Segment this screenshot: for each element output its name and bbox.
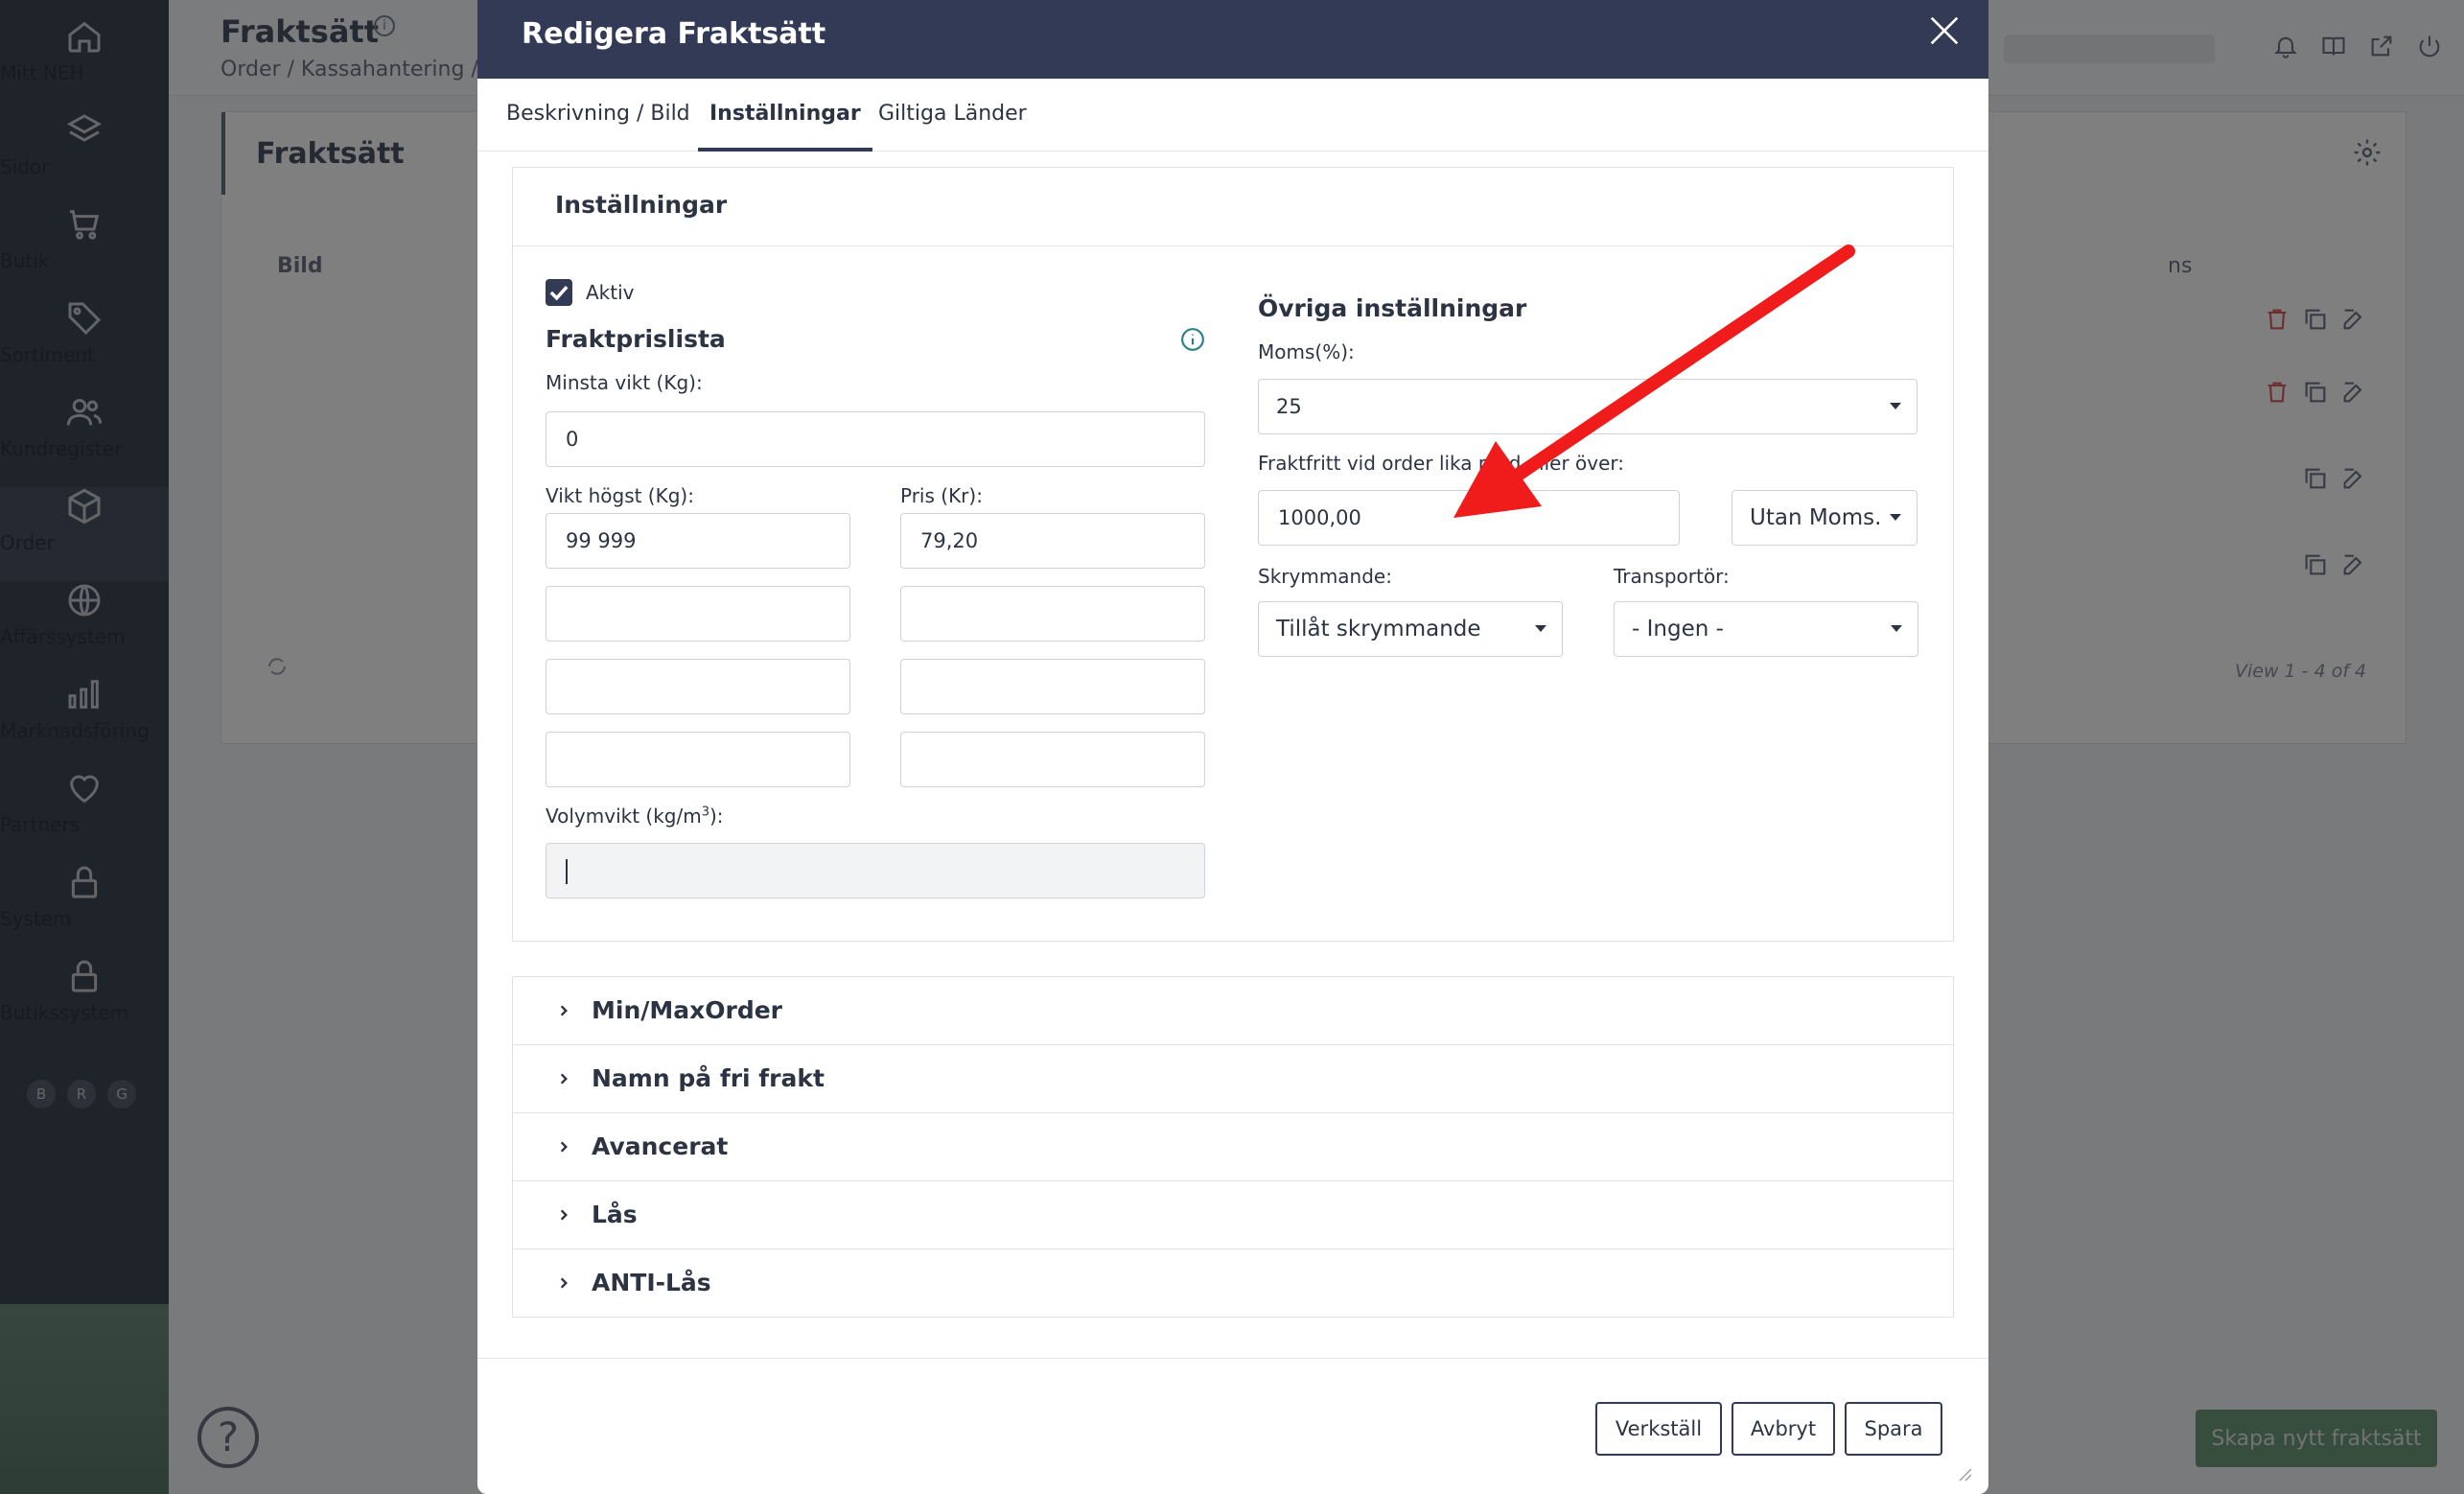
fraktfritt-input[interactable]: 1000,00 — [1258, 490, 1680, 546]
caret-down-icon — [1891, 625, 1902, 632]
accordion-label: ANTI-Lås — [592, 1269, 711, 1296]
modal-header: Redigera Fraktsätt — [477, 0, 1988, 79]
accordion-anti-las[interactable]: ANTI-Lås — [512, 1249, 1954, 1318]
tab-installningar[interactable]: Inställningar — [698, 102, 872, 152]
pris-input[interactable]: 79,20 — [900, 513, 1205, 569]
info-icon[interactable] — [1180, 327, 1205, 352]
check-icon — [549, 285, 569, 301]
fraktfritt-label: Fraktfritt vid order lika med eller över… — [1258, 452, 1625, 475]
chevron-right-icon — [560, 1073, 568, 1085]
vikt-hogst-input[interactable]: 99 999 — [546, 513, 850, 569]
pris-input[interactable] — [900, 586, 1205, 642]
caret-down-icon — [1890, 403, 1901, 409]
accordion-avancerat[interactable]: Avancerat — [512, 1112, 1954, 1181]
pris-label: Pris (Kr): — [900, 484, 983, 507]
modal-title: Redigera Fraktsätt — [522, 17, 826, 51]
moms-type-select[interactable]: Utan Moms. — [1732, 490, 1918, 546]
apply-button[interactable]: Verkställ — [1595, 1402, 1722, 1456]
fraktprislista-title: Fraktprislista — [546, 325, 726, 353]
accordion-label: Min/MaxOrder — [592, 996, 783, 1024]
transportor-label: Transportör: — [1614, 565, 1730, 588]
save-button[interactable]: Spara — [1845, 1402, 1942, 1456]
vikt-hogst-input[interactable] — [546, 586, 850, 642]
volymvikt-label: Volymvikt (kg/m3): — [546, 805, 724, 828]
skrymmande-select[interactable]: Tillåt skrymmande — [1258, 601, 1563, 657]
chevron-right-icon — [560, 1005, 568, 1016]
chevron-right-icon — [560, 1141, 568, 1153]
vikt-hogst-input[interactable] — [546, 659, 850, 714]
ovriga-title: Övriga inställningar — [1258, 294, 1527, 322]
chevron-right-icon — [560, 1277, 568, 1289]
minsta-vikt-label: Minsta vikt (Kg): — [546, 371, 703, 394]
resize-handle-icon[interactable] — [1954, 1463, 1973, 1482]
transportor-select[interactable]: - Ingen - — [1614, 601, 1918, 657]
tab-beskrivning[interactable]: Beskrivning / Bild — [506, 102, 690, 152]
accordion-namn-fri-frakt[interactable]: Namn på fri frakt — [512, 1044, 1954, 1113]
cancel-button[interactable]: Avbryt — [1732, 1402, 1835, 1456]
aktiv-checkbox[interactable] — [546, 279, 572, 306]
panel-title: Inställningar — [513, 168, 1953, 246]
moms-select[interactable]: 25 — [1258, 379, 1918, 434]
vikt-hogst-input[interactable] — [546, 732, 850, 787]
vikt-hogst-label: Vikt högst (Kg): — [546, 484, 694, 507]
accordion-label: Namn på fri frakt — [592, 1064, 825, 1092]
aktiv-label[interactable]: Aktiv — [586, 281, 635, 304]
accordion-min-max-order[interactable]: Min/MaxOrder — [512, 976, 1954, 1045]
modal-tabs: Beskrivning / Bild Inställningar Giltiga… — [477, 79, 1988, 152]
settings-panel: Inställningar Aktiv Fraktprislista Minst… — [512, 167, 1954, 942]
pris-input[interactable] — [900, 659, 1205, 714]
edit-shipping-modal: Redigera Fraktsätt Beskrivning / Bild In… — [477, 0, 1988, 1494]
accordion-las[interactable]: Lås — [512, 1180, 1954, 1249]
accordion-label: Avancerat — [592, 1132, 729, 1160]
moms-label: Moms(%): — [1258, 340, 1355, 363]
caret-down-icon — [1535, 625, 1546, 632]
tab-giltiga-lander[interactable]: Giltiga Länder — [878, 102, 1027, 152]
text-cursor — [566, 859, 568, 884]
modal-footer-divider — [477, 1358, 1988, 1359]
caret-down-icon — [1890, 514, 1901, 521]
minsta-vikt-input[interactable]: 0 — [546, 411, 1205, 467]
volymvikt-input[interactable] — [546, 843, 1205, 899]
accordion-label: Lås — [592, 1201, 638, 1228]
chevron-right-icon — [560, 1209, 568, 1221]
pris-input[interactable] — [900, 732, 1205, 787]
skrymmande-label: Skrymmande: — [1258, 565, 1392, 588]
close-icon[interactable] — [1925, 12, 1964, 50]
